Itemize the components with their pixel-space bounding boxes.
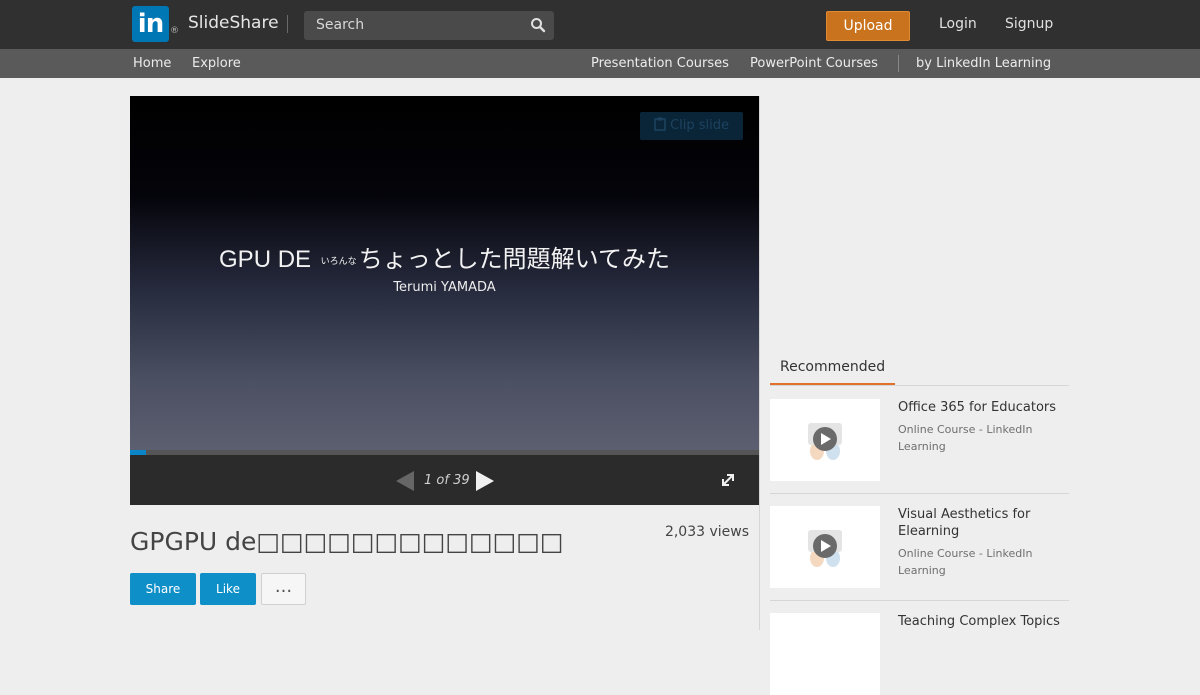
prev-arrow-icon[interactable] bbox=[396, 471, 414, 491]
presentation-title: GPGPU de□□□□□□□□□□□□□ bbox=[130, 527, 564, 556]
signup-link[interactable]: Signup bbox=[1005, 16, 1053, 32]
linkedin-logo-icon[interactable]: in bbox=[132, 6, 169, 42]
tab-recommended-label: Recommended bbox=[780, 359, 886, 375]
more-options-button[interactable]: ... bbox=[261, 573, 306, 605]
nav-linkedin-learning[interactable]: by LinkedIn Learning bbox=[916, 56, 1051, 71]
slide-title-main: ちょっとした問題解いてみた bbox=[358, 245, 670, 273]
slide-title-ruby: いろんな bbox=[320, 256, 357, 267]
header-divider bbox=[287, 15, 288, 33]
play-icon bbox=[808, 423, 842, 460]
page-counter: 1 of 39 bbox=[424, 473, 470, 488]
search-input[interactable]: Search bbox=[316, 17, 364, 33]
tab-recommended[interactable]: Recommended bbox=[770, 352, 895, 386]
player-controls: 1 of 39 bbox=[130, 455, 759, 505]
clip-slide-button[interactable]: Clip slide bbox=[640, 112, 743, 140]
clipboard-icon bbox=[654, 117, 666, 131]
slide-title: GPU DE いろんなちょっとした問題解いてみた bbox=[130, 239, 759, 274]
course-thumbnail[interactable] bbox=[770, 506, 880, 588]
nav-powerpoint-courses[interactable]: PowerPoint Courses bbox=[750, 56, 878, 71]
slide-view[interactable]: GPU DE いろんなちょっとした問題解いてみた Terumi YAMADA C… bbox=[130, 96, 759, 450]
course-title[interactable]: Teaching Complex Topics bbox=[898, 613, 1068, 630]
search-icon[interactable] bbox=[530, 17, 546, 33]
sub-navigation: Home Explore Presentation Courses PowerP… bbox=[0, 49, 1200, 78]
slide-author: Terumi YAMADA bbox=[393, 280, 496, 295]
course-subtitle: Online Course - LinkedIn Learning bbox=[898, 423, 1033, 453]
list-divider bbox=[770, 600, 1069, 601]
like-button[interactable]: Like bbox=[200, 573, 256, 605]
top-bar: in ® SlideShare Search Upload Login Sign… bbox=[0, 0, 1200, 49]
registered-mark: ® bbox=[170, 26, 179, 36]
slide-player: GPU DE いろんなちょっとした問題解いてみた Terumi YAMADA C… bbox=[130, 96, 759, 505]
subnav-divider bbox=[898, 55, 899, 72]
course-thumbnail[interactable] bbox=[770, 399, 880, 481]
nav-explore[interactable]: Explore bbox=[192, 56, 241, 71]
share-button[interactable]: Share bbox=[130, 573, 196, 605]
fullscreen-icon[interactable] bbox=[720, 472, 736, 488]
upload-button[interactable]: Upload bbox=[826, 11, 910, 41]
column-divider bbox=[759, 96, 760, 630]
login-link[interactable]: Login bbox=[939, 16, 977, 32]
view-count: 2,033 views bbox=[664, 524, 749, 540]
course-title[interactable]: Visual Aesthetics for Elearning bbox=[898, 506, 1068, 540]
slide-title-prefix: GPU DE bbox=[219, 246, 312, 273]
nav-home[interactable]: Home bbox=[133, 56, 171, 71]
nav-presentation-courses[interactable]: Presentation Courses bbox=[591, 56, 729, 71]
clip-slide-label: Clip slide bbox=[670, 118, 730, 133]
list-divider bbox=[770, 493, 1069, 494]
brand-name[interactable]: SlideShare bbox=[188, 13, 279, 33]
search-box[interactable]: Search bbox=[304, 11, 554, 40]
play-icon bbox=[808, 530, 842, 567]
course-title[interactable]: Office 365 for Educators bbox=[898, 399, 1068, 416]
course-subtitle: Online Course - LinkedIn Learning bbox=[898, 547, 1033, 577]
tab-bar-divider bbox=[770, 385, 1069, 386]
next-arrow-icon[interactable] bbox=[476, 471, 494, 491]
course-thumbnail[interactable] bbox=[770, 613, 880, 695]
